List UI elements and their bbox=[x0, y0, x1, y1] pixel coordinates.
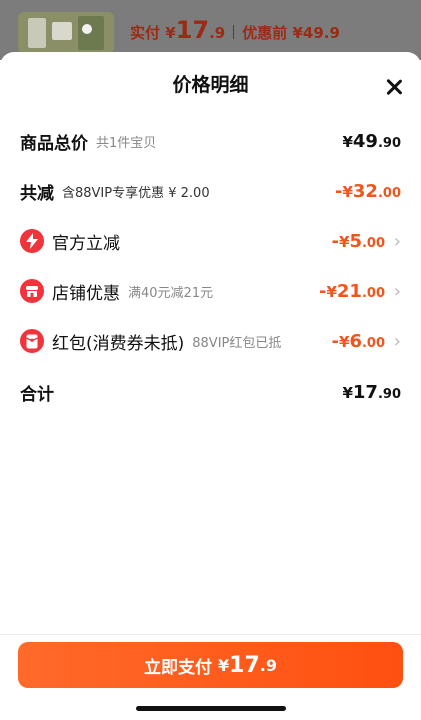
divider bbox=[233, 25, 235, 39]
total-discount-label: 共减 bbox=[20, 183, 54, 204]
product-summary-bar: 实付 ¥17.9 优惠前 ¥49.9 bbox=[0, 0, 421, 60]
product-price-line: 实付 ¥17.9 优惠前 ¥49.9 bbox=[130, 16, 340, 44]
goods-total-amount: ¥49.90 bbox=[342, 130, 401, 152]
official-discount-label: 官方立减 bbox=[52, 233, 120, 254]
paid-amount-dec: .9 bbox=[209, 24, 226, 42]
sheet-title: 价格明细 bbox=[172, 74, 249, 96]
shop-discount-label: 店铺优惠 bbox=[52, 283, 120, 304]
red-packet-note: 88VIP红包已抵 bbox=[192, 335, 282, 351]
shop-discount-amount: -¥21.00 bbox=[318, 280, 385, 302]
sum-label: 合计 bbox=[20, 384, 54, 405]
goods-total-label: 商品总价 bbox=[20, 133, 88, 154]
official-discount-amount: -¥5.00 bbox=[331, 230, 385, 252]
pay-amount-int: 17 bbox=[229, 652, 260, 678]
price-detail-sheet: 价格明细 商品总价 共1件宝贝 ¥49.90 共减 含88VIP专享优惠 ¥ 2… bbox=[0, 52, 421, 720]
sum-amount: ¥17.90 bbox=[342, 381, 401, 403]
chevron-right-icon: › bbox=[393, 230, 401, 252]
goods-count: 共1件宝贝 bbox=[96, 135, 157, 151]
pay-amount-dec: .9 bbox=[259, 655, 277, 675]
red-packet-label: 红包(消费券未抵) bbox=[52, 333, 185, 354]
row-official-discount[interactable]: 官方立减 -¥5.00 › bbox=[20, 226, 401, 256]
row-total-discount: 共减 含88VIP专享优惠 ¥ 2.00 -¥32.00 bbox=[20, 176, 401, 206]
row-shop-discount[interactable]: 店铺优惠 满40元减21元 -¥21.00 › bbox=[20, 276, 401, 306]
before-amount: ¥49.9 bbox=[292, 24, 340, 42]
red-packet-icon bbox=[20, 329, 44, 353]
chevron-right-icon: › bbox=[393, 330, 401, 352]
pay-now-button[interactable]: 立即支付 ¥17.9 bbox=[18, 642, 403, 688]
before-label: 优惠前 bbox=[242, 24, 288, 42]
yen-symbol: ¥ bbox=[165, 24, 176, 42]
paid-amount-int: 17 bbox=[175, 16, 210, 44]
total-discount-amount: -¥32.00 bbox=[334, 180, 401, 202]
chevron-right-icon: › bbox=[393, 280, 401, 302]
row-red-packet[interactable]: 红包(消费券未抵) 88VIP红包已抵 -¥6.00 › bbox=[20, 326, 401, 356]
shop-discount-rule: 满40元减21元 bbox=[128, 285, 214, 301]
product-thumbnail bbox=[18, 12, 114, 54]
close-icon[interactable] bbox=[385, 78, 403, 96]
red-packet-amount: -¥6.00 bbox=[331, 330, 385, 352]
pay-yen-symbol: ¥ bbox=[218, 655, 230, 675]
row-sum: 合计 ¥17.90 bbox=[20, 377, 401, 407]
paid-label: 实付 bbox=[130, 24, 161, 42]
lightning-icon bbox=[20, 229, 44, 253]
vip-discount-note: 含88VIP专享优惠 ¥ 2.00 bbox=[62, 185, 210, 201]
home-indicator bbox=[136, 706, 286, 711]
shop-icon bbox=[20, 279, 44, 303]
footer-divider bbox=[0, 634, 421, 635]
row-goods-total: 商品总价 共1件宝贝 ¥49.90 bbox=[20, 126, 401, 156]
pay-button-label: 立即支付 bbox=[144, 657, 212, 678]
